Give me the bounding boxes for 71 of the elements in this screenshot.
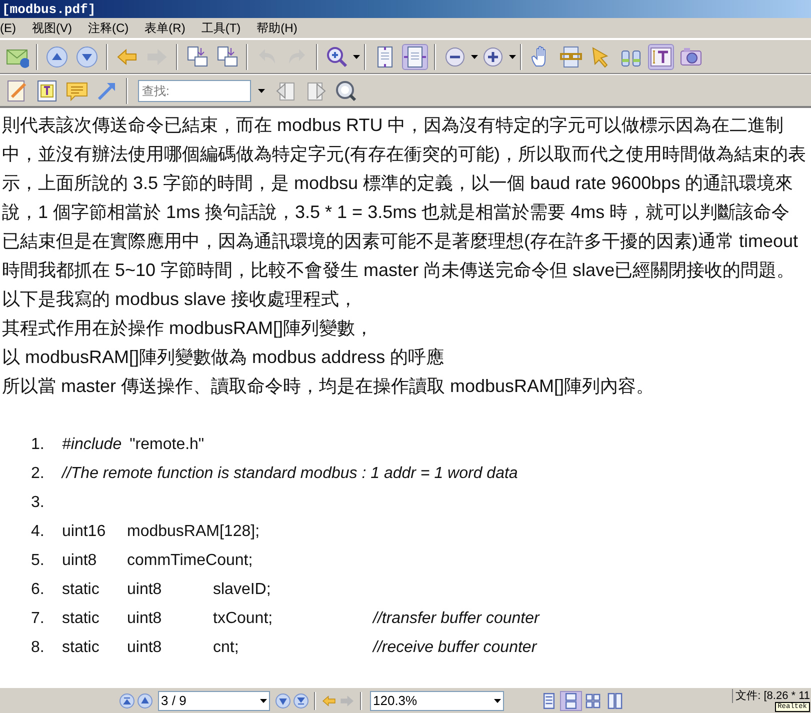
- search-field[interactable]: 查找:: [138, 80, 251, 102]
- paragraph: 則代表該次傳送命令已結束，而在 modbus RTU 中，因為沒有特定的字元可以做標示因為在二進制中，並沒有辦法使用哪個編碼做為特定字元(有存在衝突的可能)，所以取而代之使用時間做為結束的表示，上面所說的 3.5 字節的時間，是 modbsu 標準的定義，以一個 baud rate 9600bps 的通訊環境來說，1 個字節相當於 1ms 換句話說，3.5 * 1 = 3.5ms 也就是相當於需要 4ms 時，就可以判斷該命令已結束但是在實際應用中，因為通訊環境的因素可能不是著麼理想(存在許多干擾的因素)通常 timeout 時間我都抓在 5~10 字節時間，比較不會發生 master 尚未傳送完命令但 slave已經關閉接收的問題。: [2, 114, 807, 282]
- pencil-icon: [5, 78, 29, 102]
- menu-item[interactable]: 帮助(H): [256, 20, 298, 36]
- last-page-icon: [293, 692, 309, 708]
- text-line: 其程式作用在於操作 modbusRAM[]陣列變數，: [2, 317, 374, 340]
- code-text: slaveID;: [213, 580, 272, 600]
- code-text: //The remote function is standard modbus : 1 addr = 1 word data: [62, 464, 519, 484]
- code-text: //receive buffer counter: [373, 638, 538, 658]
- last-page-button[interactable]: [292, 692, 310, 710]
- code-text: uint8: [127, 638, 163, 658]
- code-text: commTimeCount;: [127, 551, 254, 571]
- code-text: uint8: [62, 551, 98, 571]
- list-number: 3.: [30, 493, 46, 513]
- searchall-icon: [334, 78, 358, 102]
- list-number: 7.: [30, 609, 46, 629]
- list-number: 8.: [30, 638, 46, 658]
- menu-item[interactable]: (E): [0, 21, 16, 35]
- list-number: 4.: [30, 522, 46, 542]
- list-number: 5.: [30, 551, 46, 571]
- pages-icon: [215, 44, 239, 68]
- next-page-button[interactable]: [274, 692, 292, 710]
- code-text: static: [62, 580, 100, 600]
- text-line: 以下是我寫的 modbus slave 接收處理程式，: [2, 288, 358, 311]
- code-text: static: [62, 638, 100, 658]
- zoom-in-icon: [481, 44, 505, 68]
- list-number: 2.: [30, 464, 46, 484]
- toolbar-button[interactable]: [648, 44, 674, 70]
- code-text: cnt;: [213, 638, 240, 658]
- code-text: "remote.h": [130, 435, 206, 455]
- code-text: static: [62, 609, 100, 629]
- previous-page-button[interactable]: [136, 692, 154, 710]
- caret-icon[interactable]: [258, 88, 264, 92]
- zoom-out-icon: [443, 44, 467, 68]
- caret-icon[interactable]: [260, 698, 267, 702]
- menu-item[interactable]: 注释(C): [88, 20, 129, 36]
- code-text: uint8: [127, 580, 163, 600]
- view-button[interactable]: [560, 690, 582, 710]
- code-text: modbusRAM[128];: [127, 522, 261, 542]
- caret-icon[interactable]: [494, 698, 501, 702]
- toolbar-button[interactable]: [44, 44, 70, 70]
- zoom-in-icon: [325, 44, 349, 68]
- code-text: txCount;: [213, 609, 274, 629]
- zoom-field[interactable]: 120.3%: [370, 690, 504, 710]
- text-cursor-icon: [649, 44, 673, 68]
- glasses-icon: [559, 44, 583, 68]
- window-title: [modbus.pdf]: [1, 2, 96, 16]
- text-line: 所以當 master 傳送操作、讀取命令時，均是在操作讀取 modbusRAM[]陣列內容。: [2, 375, 656, 398]
- pages-icon: [185, 44, 209, 68]
- code-text: //transfer buffer counter: [373, 609, 541, 629]
- page-view-icon: [606, 692, 624, 710]
- code-text: uint8: [127, 609, 163, 629]
- toolbar-button[interactable]: [402, 44, 428, 70]
- page-number-field[interactable]: 3 / 9: [158, 690, 270, 710]
- first-page-button[interactable]: [118, 692, 136, 710]
- menu-item[interactable]: 表单(R): [144, 20, 186, 36]
- caret-icon[interactable]: [470, 54, 478, 58]
- text-line: 以 modbusRAM[]陣列變數做為 modbus address 的呼應: [2, 346, 446, 369]
- menu-item[interactable]: 工具(T): [201, 20, 241, 36]
- caret-icon[interactable]: [508, 54, 516, 58]
- first-page-icon: [119, 692, 135, 708]
- page-view-icon: [584, 692, 602, 710]
- code-text: #include: [62, 435, 123, 455]
- list-number: 6.: [30, 580, 46, 600]
- caret-icon[interactable]: [352, 54, 360, 58]
- list-number: 1.: [30, 435, 46, 455]
- menu-item[interactable]: 视图(V): [32, 20, 72, 36]
- code-text: uint16: [62, 522, 107, 542]
- toolbar-button[interactable]: [74, 44, 100, 70]
- note-icon: [35, 78, 59, 102]
- page-width-icon: [403, 44, 427, 68]
